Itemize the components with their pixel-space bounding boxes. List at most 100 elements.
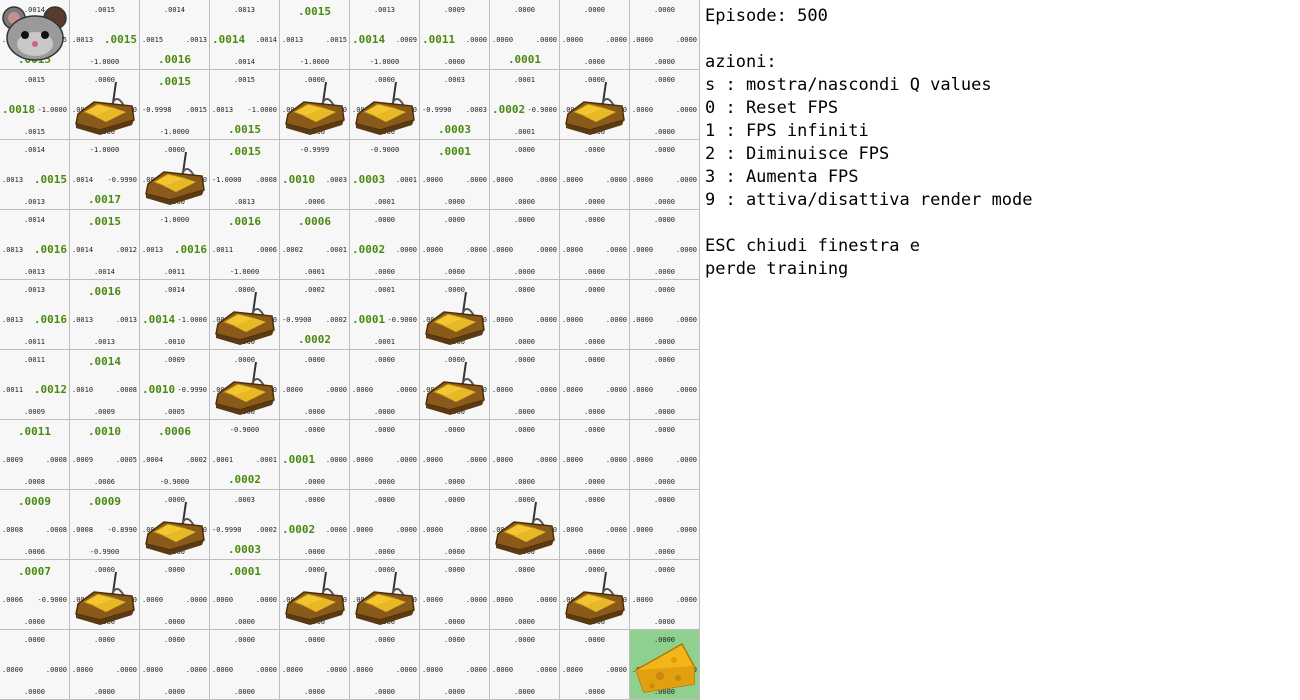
- grid-cell: .0000.0000.0000.0000: [560, 210, 630, 280]
- q-value-left: .0013: [212, 106, 234, 114]
- q-value-up: .0001: [373, 286, 396, 294]
- q-value-down: .0005: [163, 408, 186, 416]
- q-value-left: .0000: [2, 666, 24, 674]
- q-value-left: .0000: [632, 176, 654, 184]
- grid-cell: .0000 .0002 .0000 .0000: [350, 210, 420, 280]
- q-value-up: .0000: [23, 636, 46, 644]
- mousetrap-icon: [70, 70, 139, 139]
- q-value-down: .0013: [233, 198, 256, 206]
- grid-cell: .0009 .0010 -0.9990 .0005: [140, 350, 210, 420]
- q-value-down: .0000: [653, 198, 676, 206]
- q-value-right: .0013: [185, 36, 207, 44]
- q-value-left: .0002: [352, 243, 386, 256]
- q-value-up: .0001: [437, 145, 472, 158]
- q-value-left: .0000: [282, 386, 304, 394]
- mousetrap-icon: [140, 490, 209, 559]
- q-value-left: .0000: [352, 666, 374, 674]
- q-value-right: .0000: [535, 456, 557, 464]
- grid-cell: .0000.0000.0000.0000: [560, 490, 630, 560]
- mousetrap-icon: [210, 350, 279, 419]
- q-value-right: .0005: [115, 456, 137, 464]
- q-value-down: .0014: [233, 58, 256, 66]
- grid-cell: .0016 .0011 .0006 -1.0000: [210, 210, 280, 280]
- q-value-up: .0000: [443, 216, 466, 224]
- q-value-down: .0000: [93, 688, 116, 696]
- q-value-left: .0000: [632, 36, 654, 44]
- q-value-down: .0003: [227, 543, 262, 556]
- q-value-up: .0000: [443, 496, 466, 504]
- q-value-down: .0001: [373, 338, 396, 346]
- q-value-up: -1.0000: [159, 216, 190, 224]
- q-value-up: .0015: [157, 75, 192, 88]
- q-value-down: .0000: [373, 548, 396, 556]
- q-value-down: .0000: [443, 548, 466, 556]
- q-value-left: .0008: [2, 526, 24, 534]
- q-value-left: .0015: [142, 36, 164, 44]
- q-value-down: .0002: [297, 333, 332, 346]
- q-value-down: -1.0000: [159, 128, 190, 136]
- q-value-right: .0000: [185, 666, 207, 674]
- q-value-up: .0000: [583, 146, 606, 154]
- q-value-left: .0000: [632, 596, 654, 604]
- q-value-left: .0000: [422, 456, 444, 464]
- q-value-right: .0000: [675, 456, 697, 464]
- q-value-down: .0000: [513, 688, 536, 696]
- q-value-right: .0003: [325, 176, 347, 184]
- q-value-down: .0006: [93, 478, 116, 486]
- q-value-right: .0000: [325, 386, 347, 394]
- grid-cell: -1.0000 .0014 -0.9990 .0017: [70, 140, 140, 210]
- q-value-down: .0000: [513, 478, 536, 486]
- action-infinite-fps: 1 : FPS infiniti: [705, 121, 869, 141]
- mousetrap-icon: [490, 490, 559, 559]
- grid-cell: .0000.0000.0000.0000: [490, 350, 560, 420]
- q-value-right: .0008: [115, 386, 137, 394]
- q-value-down: .0017: [87, 193, 122, 206]
- q-value-down: .0006: [23, 548, 46, 556]
- grid-cell: .0000.0000.0000.0000: [350, 630, 420, 700]
- q-value-up: .0000: [653, 496, 676, 504]
- q-value-left: .0013: [72, 316, 94, 324]
- action-reset-fps: 0 : Reset FPS: [705, 98, 839, 118]
- q-value-right: .0000: [395, 666, 417, 674]
- cheese-icon: [630, 630, 699, 699]
- q-value-up: .0002: [303, 286, 326, 294]
- q-value-down: .0000: [303, 548, 326, 556]
- grid-cell: .0000.0000.0000.0000: [630, 490, 700, 560]
- grid-cell: -0.9000 .0001 .0001 .0002: [210, 420, 280, 490]
- grid-cell: .0000.0000.0000.0000: [630, 630, 700, 700]
- q-value-down: .0011: [163, 268, 186, 276]
- q-value-left: .0000: [562, 246, 584, 254]
- q-value-down: .0000: [653, 128, 676, 136]
- q-value-up: .0000: [513, 356, 536, 364]
- q-value-left: .0002: [282, 246, 304, 254]
- q-value-down: -1.0000: [89, 58, 120, 66]
- q-value-down: .0000: [653, 548, 676, 556]
- q-value-right: -1.0000: [37, 106, 67, 114]
- q-value-down: .0000: [373, 408, 396, 416]
- q-value-left: .0000: [492, 36, 514, 44]
- q-value-up: .0013: [23, 286, 46, 294]
- grid-cell: .0000.0000.0000.0000: [490, 630, 560, 700]
- q-value-up: .0014: [163, 286, 186, 294]
- q-value-down: -0.9000: [159, 478, 190, 486]
- q-value-left: .0000: [632, 106, 654, 114]
- q-value-down: .0000: [583, 408, 606, 416]
- q-value-left: .0013: [282, 36, 304, 44]
- grid-cell: .0000.0000.0000.0000: [140, 140, 210, 210]
- q-value-up: .0014: [23, 146, 46, 154]
- q-value-up: -0.9000: [369, 146, 400, 154]
- grid-cell: .0000.0000.0000.0000: [560, 0, 630, 70]
- grid-cell: .0000.0000.0000.0000: [630, 0, 700, 70]
- q-value-left: .0000: [212, 666, 234, 674]
- mousetrap-icon: [420, 280, 489, 349]
- q-value-up: .0016: [87, 285, 122, 298]
- q-value-down: .0010: [163, 338, 186, 346]
- q-value-up: .0001: [227, 565, 262, 578]
- grid-cell: .0000.0000.0000.0000: [210, 630, 280, 700]
- mousetrap-icon: [70, 560, 139, 629]
- q-value-down: .0000: [443, 618, 466, 626]
- action-render-mode: 9 : attiva/disattiva render mode: [705, 190, 1033, 210]
- q-value-right: .0014: [255, 36, 277, 44]
- q-value-up: .0000: [583, 636, 606, 644]
